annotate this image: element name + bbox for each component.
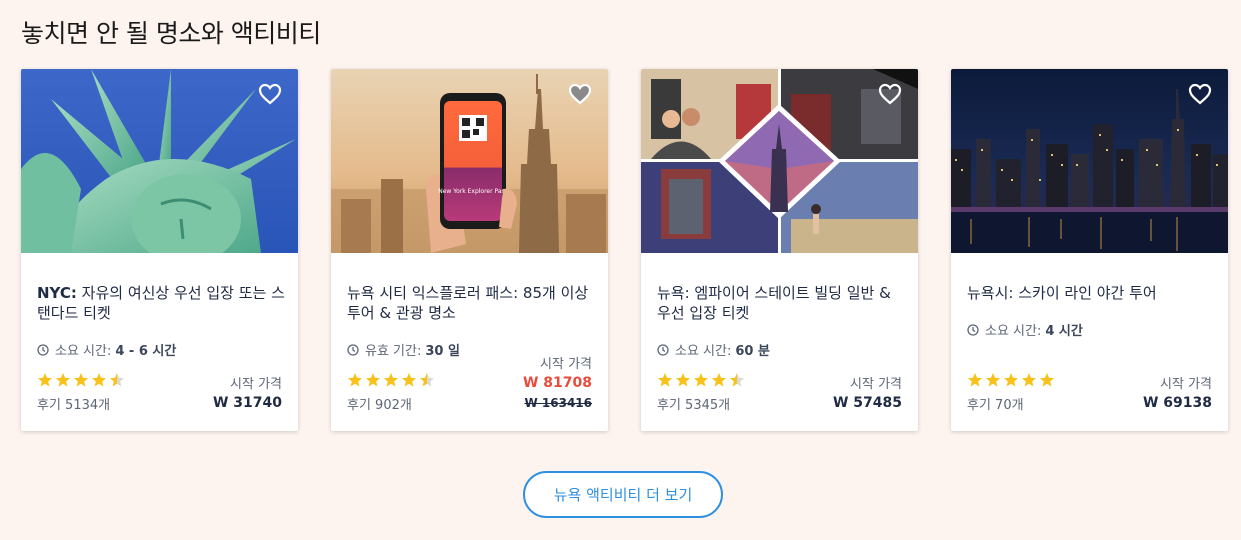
star-icon bbox=[420, 373, 434, 387]
price: W 69138 bbox=[1142, 395, 1212, 411]
activity-card-statue-of-liberty[interactable]: NYC: 자유의 여신상 우선 입장 또는 스탠다드 티켓 소요 시간: 4 - … bbox=[21, 69, 298, 431]
review-count[interactable]: 후기 5134개 bbox=[37, 394, 110, 413]
card-duration: 소요 시간: 60 분 bbox=[657, 340, 770, 359]
star-icon bbox=[56, 373, 70, 387]
sale-price: W 81708 bbox=[522, 375, 592, 391]
heart-icon[interactable] bbox=[568, 83, 592, 105]
card-title[interactable]: 뉴욕시: 스카이 라인 야간 투어 bbox=[967, 283, 1215, 303]
star-rating bbox=[37, 372, 127, 388]
star-icon bbox=[1004, 373, 1018, 387]
review-count[interactable]: 후기 5345개 bbox=[657, 394, 730, 413]
card-title[interactable]: 뉴욕: 엠파이어 스테이트 빌딩 일반 & 우선 입장 티켓 bbox=[657, 283, 905, 323]
heart-icon[interactable] bbox=[1188, 83, 1212, 105]
clock-icon bbox=[657, 343, 669, 356]
star-icon bbox=[712, 373, 726, 387]
star-icon bbox=[348, 373, 362, 387]
price-label: 시작 가격 bbox=[230, 377, 282, 392]
price-label: 시작 가격 bbox=[850, 377, 902, 392]
section-title: 놓치면 안 될 명소와 액티비티 bbox=[21, 19, 321, 48]
star-icon bbox=[986, 373, 1000, 387]
clock-icon bbox=[347, 343, 359, 356]
card-validity: 유효 기간: 30 일 bbox=[347, 340, 460, 359]
star-icon bbox=[402, 373, 416, 387]
clock-icon bbox=[967, 323, 979, 336]
star-icon bbox=[1040, 373, 1054, 387]
card-image-statue-of-liberty[interactable] bbox=[21, 69, 298, 253]
star-icon bbox=[676, 373, 690, 387]
star-icon bbox=[384, 373, 398, 387]
clock-icon bbox=[37, 343, 49, 356]
card-image-skyline[interactable] bbox=[951, 69, 1228, 253]
star-icon bbox=[730, 373, 744, 387]
price: W 57485 bbox=[832, 395, 902, 411]
card-title[interactable]: NYC: 자유의 여신상 우선 입장 또는 스탠다드 티켓 bbox=[37, 283, 285, 323]
phone-pass-text: New York Explorer Pass bbox=[438, 188, 508, 195]
star-rating bbox=[657, 372, 747, 388]
star-rating bbox=[347, 372, 437, 388]
card-image-explorer-pass[interactable]: New York Explorer Pass bbox=[331, 69, 608, 253]
price: W 31740 bbox=[212, 395, 282, 411]
card-duration: 소요 시간: 4 - 6 시간 bbox=[37, 340, 176, 359]
card-image-empire-state[interactable] bbox=[641, 69, 918, 253]
card-title[interactable]: 뉴욕 시티 익스플로러 패스: 85개 이상 투어 & 관광 명소 bbox=[347, 283, 595, 323]
heart-icon[interactable] bbox=[878, 83, 902, 105]
card-duration: 소요 시간: 4 시간 bbox=[967, 320, 1083, 339]
star-icon bbox=[694, 373, 708, 387]
star-icon bbox=[658, 373, 672, 387]
heart-icon[interactable] bbox=[258, 83, 282, 105]
activity-card-skyline-night-tour[interactable]: 뉴욕시: 스카이 라인 야간 투어 소요 시간: 4 시간 후기 70개 시작 가… bbox=[951, 69, 1228, 431]
price-label: 시작 가격 bbox=[540, 357, 592, 372]
activity-card-empire-state[interactable]: 뉴욕: 엠파이어 스테이트 빌딩 일반 & 우선 입장 티켓 소요 시간: 60 … bbox=[641, 69, 918, 431]
activity-card-explorer-pass[interactable]: New York Explorer Pass 뉴욕 시티 익스플로러 패스: 8… bbox=[331, 69, 608, 431]
review-count[interactable]: 후기 70개 bbox=[967, 394, 1024, 413]
star-icon bbox=[1022, 373, 1036, 387]
star-rating bbox=[967, 372, 1057, 388]
star-icon bbox=[968, 373, 982, 387]
star-icon bbox=[92, 373, 106, 387]
review-count[interactable]: 후기 902개 bbox=[347, 394, 412, 413]
star-icon bbox=[38, 373, 52, 387]
more-activities-button[interactable]: 뉴욕 액티비티 더 보기 bbox=[523, 471, 723, 518]
star-icon bbox=[366, 373, 380, 387]
price-label: 시작 가격 bbox=[1160, 377, 1212, 392]
star-icon bbox=[74, 373, 88, 387]
original-price: W 163416 bbox=[524, 396, 592, 410]
star-icon bbox=[110, 373, 124, 387]
